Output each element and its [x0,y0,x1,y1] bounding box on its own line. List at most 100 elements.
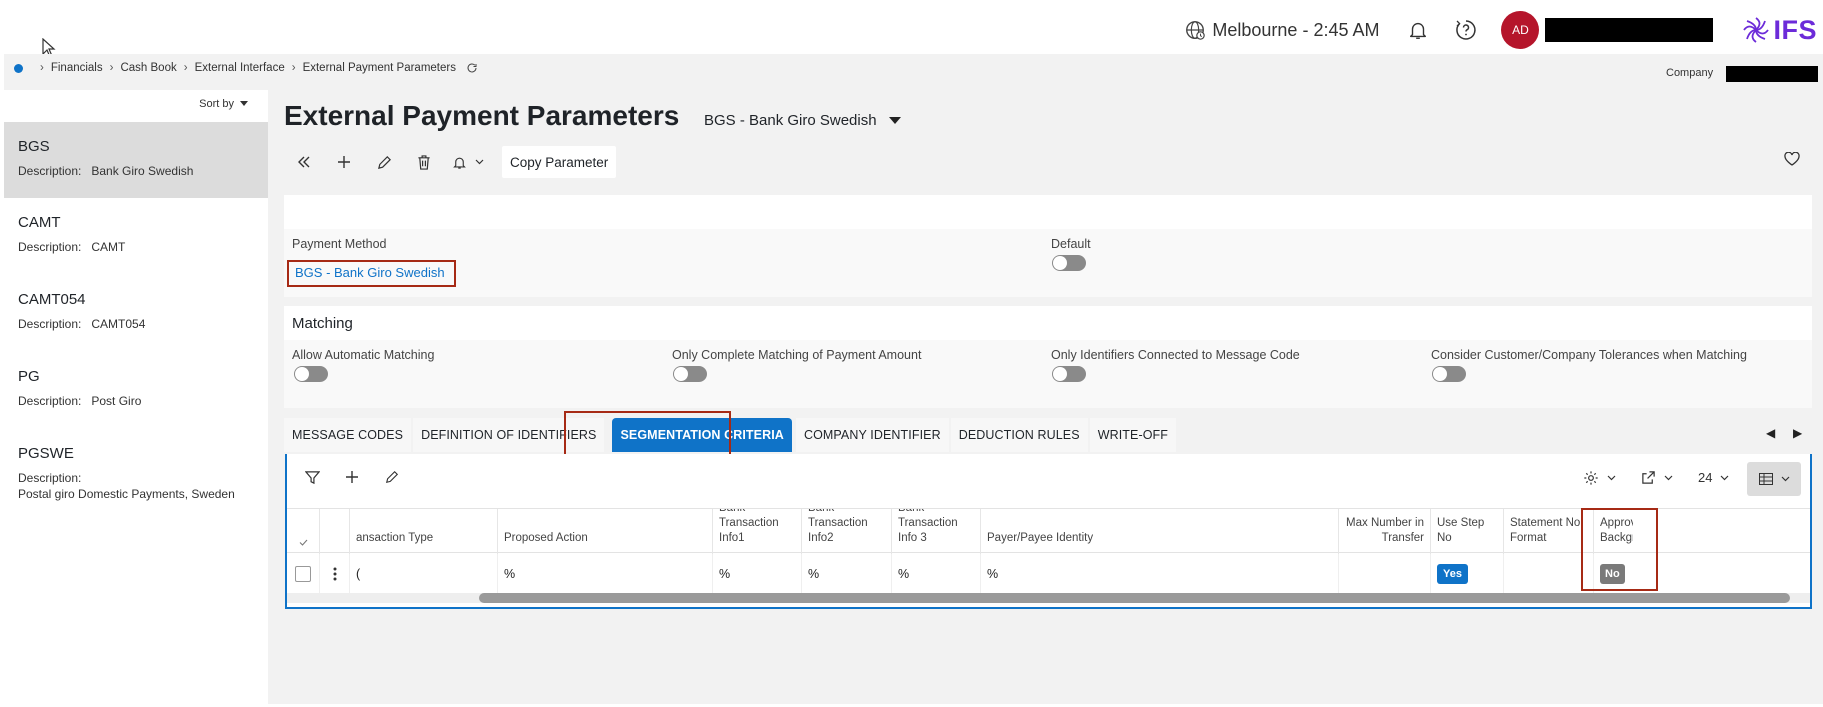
ifs-logo-icon [1743,17,1770,43]
column-bank-transaction-info2[interactable]: Bank Transaction Info2 [801,509,891,554]
chevron-down-icon [1721,475,1729,480]
avatar-initials: AD [1512,23,1529,37]
chevron-right-icon: › [40,62,44,74]
column-bank-transaction-info3[interactable]: Bank Transaction Info 3 [891,509,980,554]
list-item-description: Description: Bank Giro Swedish [18,164,194,178]
page-title: External Payment Parameters [284,100,680,131]
only-complete-matching-toggle[interactable] [673,366,707,382]
consider-tolerances-toggle[interactable] [1432,366,1466,382]
tab-company-identifier[interactable]: COMPANY IDENTIFIER [795,418,949,452]
chevron-down-icon [1781,476,1789,482]
record-selector-value: BGS - Bank Giro Swedish [704,112,877,129]
export-menu-button[interactable] [1641,470,1673,485]
column-max-number-in-transfer[interactable]: Max Number in Transfer [1338,509,1430,554]
gear-icon [1584,471,1598,485]
edit-button[interactable] [364,146,404,178]
breadcrumb-financials[interactable]: Financials [51,62,103,74]
refresh-icon[interactable] [466,62,478,74]
list-item-description: Description: CAMT [18,240,126,254]
cell-transaction-type: ( [349,554,497,594]
list-item-title: BGS [18,138,50,155]
command-toolbar: Copy Parameter [284,146,617,178]
column-payer-payee-identity[interactable]: Payer/Payee Identity [980,509,1338,554]
redacted-username [1545,18,1714,42]
highlight-box [1581,508,1658,591]
column-bank-transaction-info1[interactable]: Bank Transaction Info1 [712,509,801,554]
row-select-checkbox[interactable] [287,554,319,594]
record-selector[interactable]: BGS - Bank Giro Swedish [704,112,901,129]
horizontal-scrollbar[interactable] [479,593,1790,603]
list-item-pgswe[interactable]: PGSWE Description: Postal giro Domestic … [4,445,268,519]
chevron-right-icon: › [183,62,188,74]
help-icon[interactable] [1453,17,1479,43]
location-time-label: Melbourne - 2:45 AM [1212,19,1380,40]
favorite-heart-icon[interactable] [1784,151,1800,169]
tab-write-off[interactable]: WRITE-OFF [1089,418,1177,452]
delete-button[interactable] [404,146,444,178]
allow-automatic-matching-label: Allow Automatic Matching [292,348,435,362]
chevron-down-icon [1664,475,1673,480]
list-item-pg[interactable]: PG Description: Post Giro [4,368,268,428]
column-statement-no-format[interactable]: Statement No Format [1503,509,1593,554]
chevron-down-icon [475,159,484,165]
company-label: Company [1666,67,1714,79]
matching-title: Matching [292,315,353,332]
select-all-check-icon[interactable] [287,509,319,554]
top-bar: Melbourne - 2:45 AM AD IFS [0,0,1823,58]
column-proposed-action[interactable]: Proposed Action [497,509,712,554]
settings-menu-button[interactable] [1583,470,1616,486]
table-icon [1758,473,1773,485]
default-label: Default [1051,237,1091,251]
copy-parameter-button[interactable]: Copy Parameter [502,146,617,178]
list-item-description: Description: Postal giro Domestic Paymen… [18,471,235,501]
filter-icon[interactable] [305,470,320,485]
breadcrumb-current: External Payment Parameters [302,62,456,74]
grid-toolbar: 24 [287,454,1810,508]
list-item-bgs[interactable]: BGS Description: Bank Giro Swedish [4,122,268,198]
row-more-icon[interactable] [319,554,349,594]
location-time[interactable]: Melbourne - 2:45 AM [1184,19,1379,41]
sort-by-button[interactable]: Sort by [199,98,248,110]
page-size-select[interactable]: 24 [1698,470,1729,485]
edit-row-icon[interactable] [385,470,399,484]
only-complete-matching-label: Only Complete Matching of Payment Amount [672,348,922,362]
double-chevron-left-icon [298,156,310,168]
list-item-title: CAMT [18,214,61,231]
only-identifiers-label: Only Identifiers Connected to Message Co… [1051,348,1300,362]
segmentation-grid: 24 ansaction Type Proposed Action Bank T… [285,454,1812,609]
default-toggle[interactable] [1052,255,1086,271]
payment-method-link[interactable]: BGS - Bank Giro Swedish [287,260,456,287]
notifications-menu-button[interactable] [444,146,492,178]
breadcrumb-external-interface[interactable]: External Interface [195,62,285,74]
allow-automatic-matching-toggle[interactable] [294,366,328,382]
table-view-button[interactable] [1747,462,1801,496]
list-item-description: Description: CAMT054 [18,317,146,331]
cell-bank-transaction-info1: % [712,554,801,594]
redacted-company-value[interactable] [1726,66,1818,82]
consider-tolerances-label: Consider Customer/Company Tolerances whe… [1431,348,1747,362]
collapse-list-button[interactable] [284,146,324,178]
avatar[interactable]: AD [1501,11,1540,49]
list-item-camt[interactable]: CAMT Description: CAMT [4,214,268,274]
page-size-value: 24 [1698,470,1713,485]
cell-bank-transaction-info3: % [891,554,980,594]
tab-deduction-rules[interactable]: DEDUCTION RULES [950,418,1088,452]
tab-scroll-left-icon[interactable]: ◀ [1766,426,1775,440]
home-dot-icon[interactable] [14,63,23,73]
cell-use-step-no: Yes [1430,554,1503,594]
bell-icon[interactable] [1405,17,1431,43]
list-item-camt054[interactable]: CAMT054 Description: CAMT054 [4,291,268,351]
only-identifiers-toggle[interactable] [1052,366,1086,382]
list-item-title: CAMT054 [18,291,86,308]
tab-scroll-right-icon[interactable]: ▶ [1793,426,1802,440]
column-use-step-no[interactable]: Use Step No [1430,509,1503,554]
payment-method-label: Payment Method [292,237,387,251]
add-row-icon[interactable] [345,470,359,484]
globe-icon [1186,21,1206,40]
breadcrumb-cash-book[interactable]: Cash Book [120,62,176,74]
breadcrumb: › Financials › Cash Book › External Inte… [14,62,478,74]
add-button[interactable] [324,146,364,178]
tab-message-codes[interactable]: MESSAGE CODES [284,418,412,452]
sort-by-label: Sort by [199,98,234,110]
column-transaction-type[interactable]: ansaction Type [349,509,497,554]
